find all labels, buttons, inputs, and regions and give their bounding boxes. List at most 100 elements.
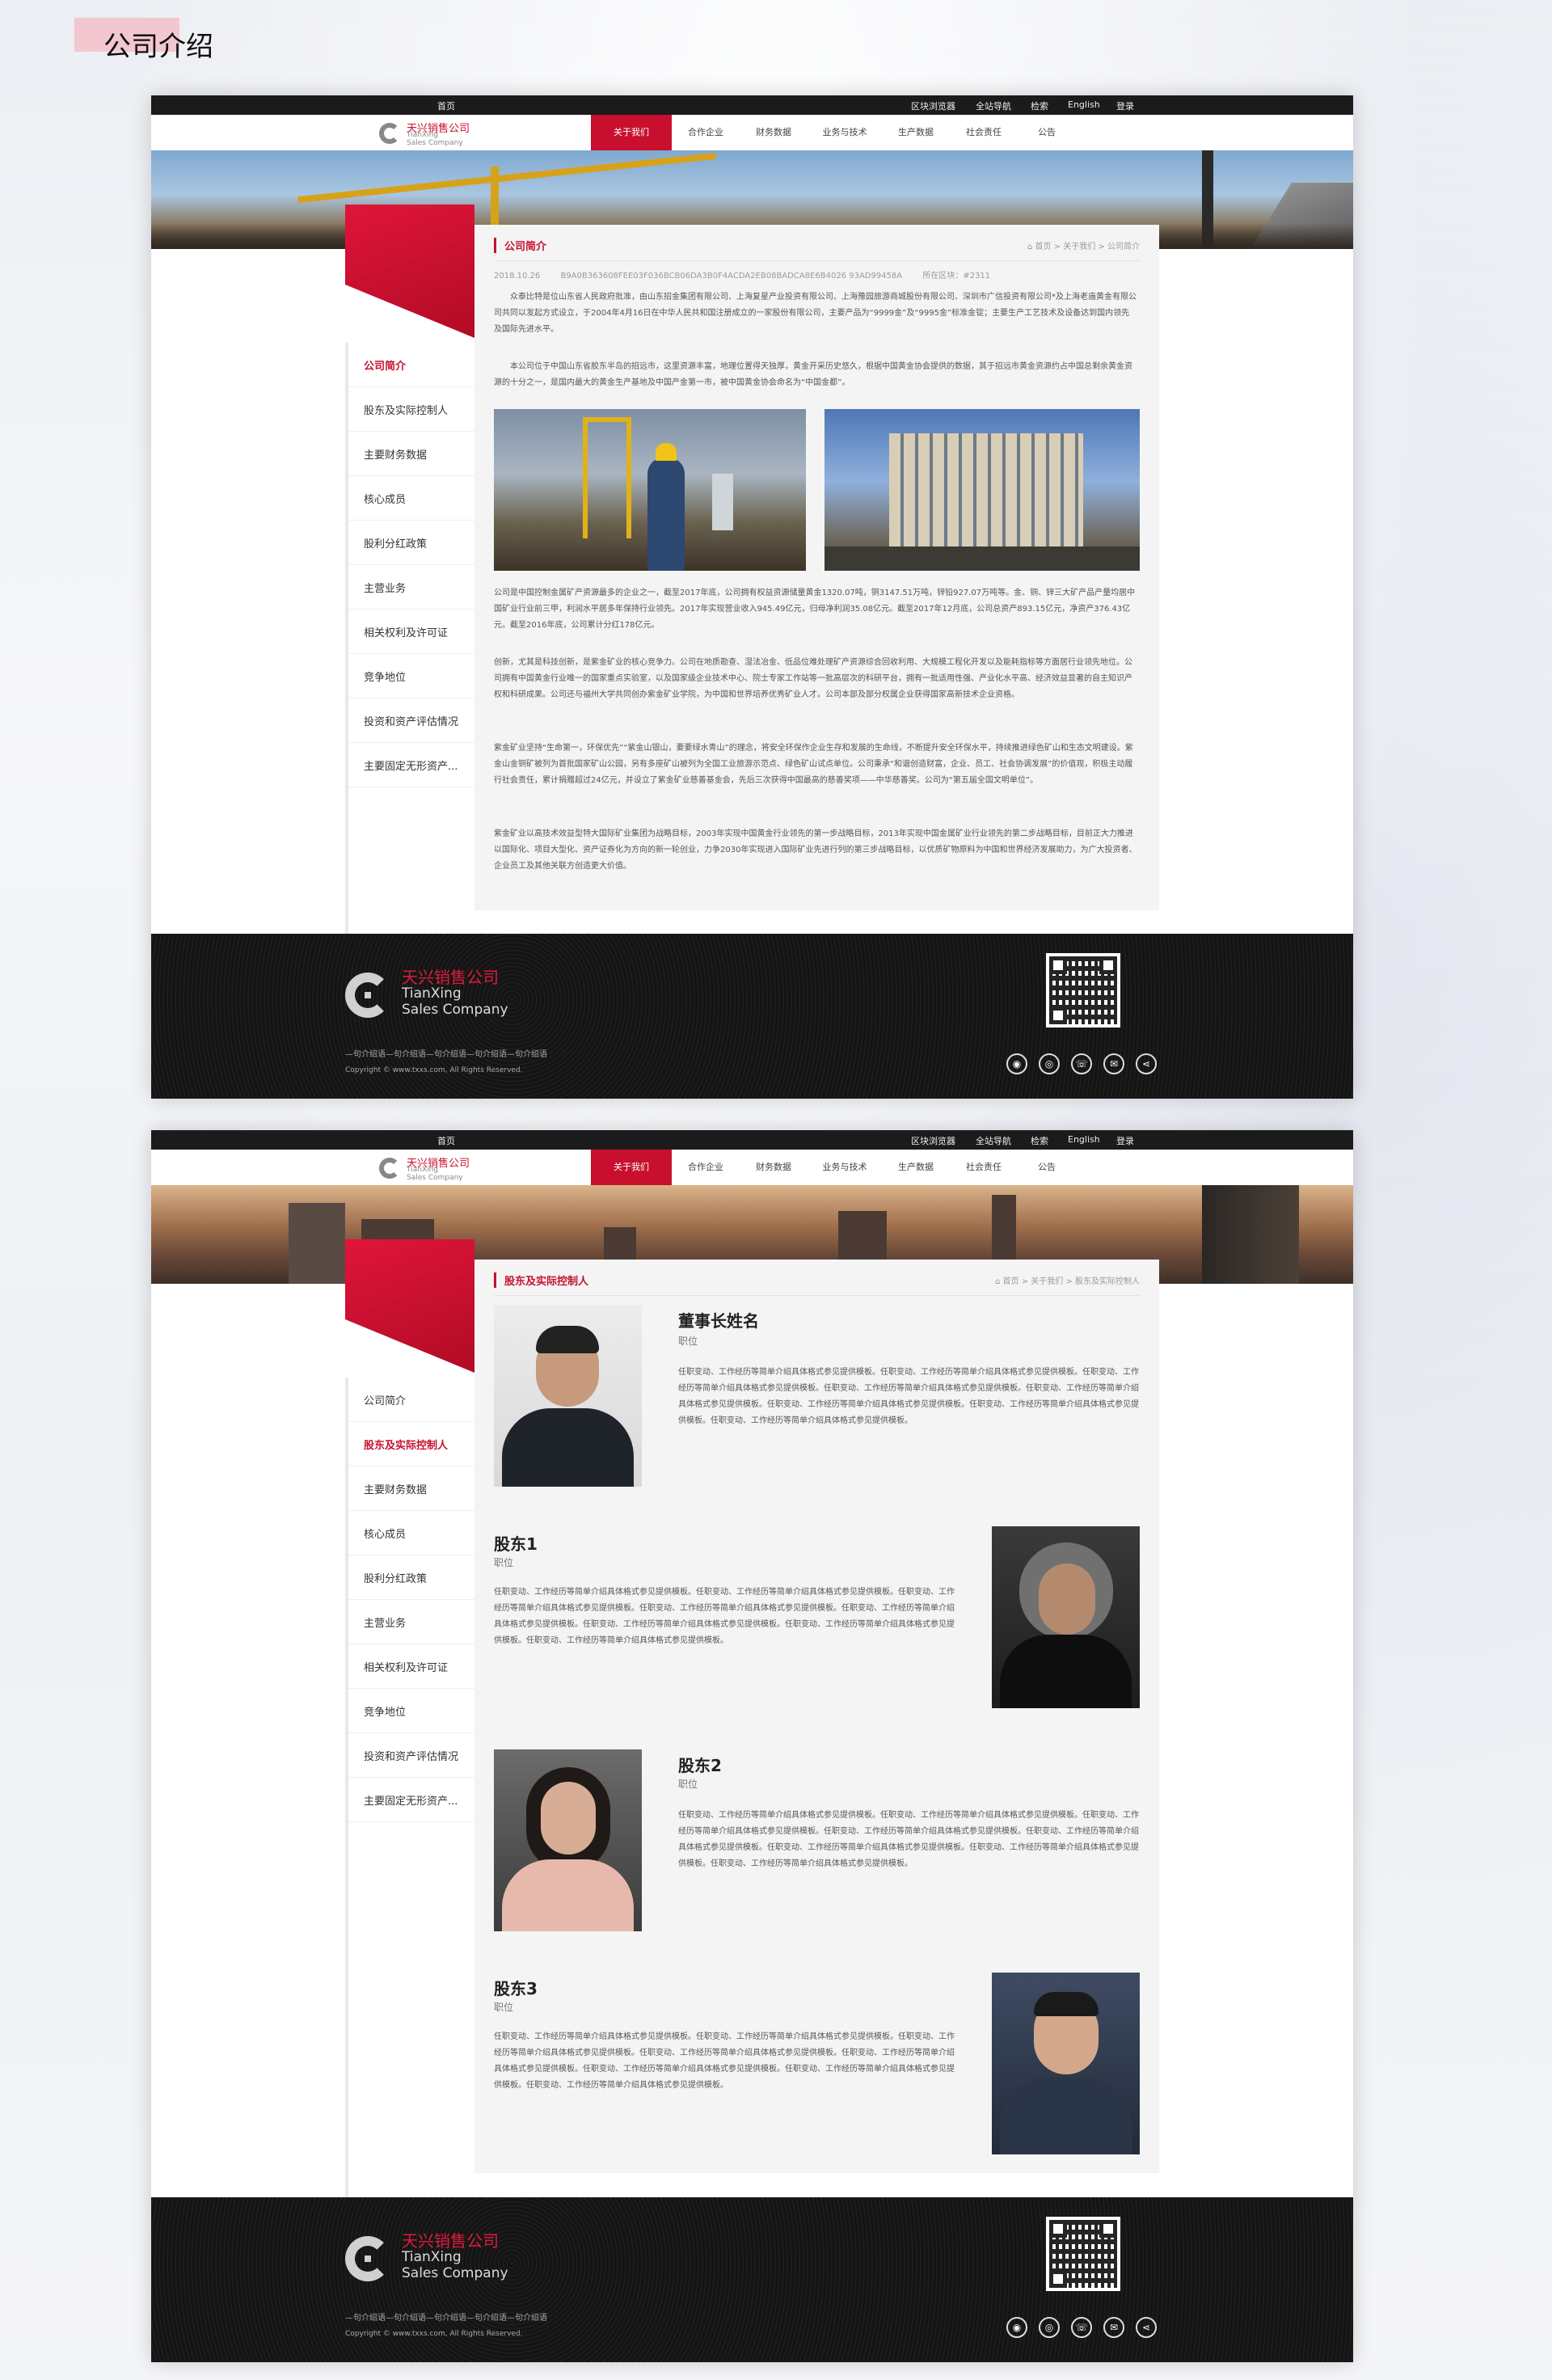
- person-name-shareholder-3: 股东3: [494, 1979, 538, 1998]
- top-link-block-explorer[interactable]: 区块浏览器: [911, 1134, 955, 1147]
- footer-logo-cn: 天兴销售公司: [402, 2231, 499, 2251]
- breadcrumb-text[interactable]: 首页 > 关于我们 > 股东及实际控制人: [1003, 1277, 1140, 1286]
- weibo-icon[interactable]: ◎: [1039, 1053, 1060, 1074]
- sidebar-item-fixed-assets[interactable]: 主要固定无形资产...: [348, 1778, 474, 1822]
- paragraph-1: 众泰比特是位山东省人民政府批准，由山东招金集团有限公司、上海复星产业投资有限公司…: [494, 293, 1137, 334]
- logo[interactable]: 天兴销售公司 TianXing Sales Company: [379, 1153, 492, 1182]
- nav-finance[interactable]: 财务数据: [740, 115, 808, 150]
- photo-office-building: [824, 409, 1140, 571]
- wechat-icon[interactable]: ◉: [1006, 2317, 1027, 2338]
- portrait-face: [541, 1782, 596, 1855]
- top-bar: 首页 区块浏览器 全站导航 检索 English 登录: [151, 1130, 1353, 1150]
- sidebar-item-core-members[interactable]: 核心成员: [348, 1511, 474, 1555]
- nav-business-tech[interactable]: 业务与技术: [808, 1150, 882, 1185]
- sidebar-item-competitive-position[interactable]: 竞争地位: [348, 654, 474, 698]
- top-link-login[interactable]: 登录: [1116, 99, 1134, 112]
- person-role-shareholder-3: 职位: [494, 2002, 514, 2013]
- logo[interactable]: 天兴销售公司 TianXing Sales Company: [379, 118, 492, 147]
- portrait-suit: [502, 1408, 634, 1487]
- top-link-home[interactable]: 首页: [437, 99, 455, 112]
- sidebar-item-investment-valuation[interactable]: 投资和资产评估情况: [348, 1733, 474, 1778]
- footer-logo-cn: 天兴销售公司: [402, 968, 499, 987]
- top-link-site-nav[interactable]: 全站导航: [976, 99, 1011, 112]
- nav-about[interactable]: 关于我们: [591, 115, 672, 150]
- sidebar-item-competitive-position[interactable]: 竞争地位: [348, 1689, 474, 1733]
- nav-production[interactable]: 生产数据: [882, 115, 950, 150]
- sidebar-item-main-business[interactable]: 主营业务: [348, 565, 474, 610]
- nav-production[interactable]: 生产数据: [882, 1150, 950, 1185]
- top-link-english[interactable]: English: [1068, 99, 1100, 110]
- logo-en-1: TianXing: [407, 1166, 439, 1174]
- divider: [494, 260, 1140, 261]
- sidebar-item-rights-licenses[interactable]: 相关权利及许可证: [348, 610, 474, 654]
- footer-tagline: —句介绍语—句介绍语—句介绍语—句介绍语—句介绍语: [345, 1050, 547, 1059]
- screenshot-shareholders: 首页 区块浏览器 全站导航 检索 English 登录 天兴销售公司 TianX…: [151, 1130, 1353, 2362]
- sidebar: 公司简介 股东及实际控制人 主要财务数据 核心成员 股利分红政策 主营业务 相关…: [345, 1378, 474, 2283]
- nav-finance[interactable]: 财务数据: [740, 1150, 808, 1185]
- nav-social-responsibility[interactable]: 社会责任: [950, 115, 1018, 150]
- top-link-site-nav[interactable]: 全站导航: [976, 1134, 1011, 1147]
- sidebar-item-shareholders[interactable]: 股东及实际控制人: [348, 1422, 474, 1466]
- sidebar-item-investment-valuation[interactable]: 投资和资产评估情况: [348, 698, 474, 743]
- top-link-search[interactable]: 检索: [1031, 1134, 1048, 1147]
- sidebar-item-company-profile[interactable]: 公司简介: [348, 1378, 474, 1422]
- qr-corner: [1099, 956, 1117, 974]
- sidebar-item-shareholders[interactable]: 股东及实际控制人: [348, 387, 474, 432]
- top-link-login[interactable]: 登录: [1116, 1134, 1134, 1147]
- article-hash: B9A0B363608FEE03F036BCB06DA3B0F4ACDA2EB0…: [560, 272, 903, 281]
- nav-about[interactable]: 关于我们: [591, 1150, 672, 1185]
- sidebar-item-fixed-assets[interactable]: 主要固定无形资产...: [348, 743, 474, 787]
- weibo-icon[interactable]: ◎: [1039, 2317, 1060, 2338]
- photo-worker: [647, 458, 685, 571]
- nav-partners[interactable]: 合作企业: [672, 1150, 740, 1185]
- article-meta: 2018.10.26 B9A0B363608FEE03F036BCB06DA3B…: [494, 268, 1008, 281]
- portrait-hair: [536, 1326, 599, 1353]
- share-icon[interactable]: ⋖: [1136, 1053, 1157, 1074]
- footer-logo[interactable]: 天兴销售公司 TianXing Sales Company: [345, 964, 555, 1021]
- top-link-block-explorer[interactable]: 区块浏览器: [911, 99, 955, 112]
- banner-crane-arm: [297, 152, 716, 204]
- footer-logo-en-1: TianXing: [402, 985, 462, 1002]
- person-desc-chairman: 任职变动、工作经历等简单介绍具体格式参见提供模板。任职变动、工作经历等简单介绍具…: [678, 1368, 1139, 1425]
- person-role-shareholder-2: 职位: [678, 1779, 698, 1790]
- wechat-icon[interactable]: ◉: [1006, 1053, 1027, 1074]
- footer-texture: [151, 934, 1353, 1099]
- banner-building: [1202, 1185, 1299, 1284]
- photo-helmet: [656, 443, 677, 461]
- top-link-search[interactable]: 检索: [1031, 99, 1048, 112]
- sidebar-item-financial-data[interactable]: 主要财务数据: [348, 432, 474, 476]
- nav-business-tech[interactable]: 业务与技术: [808, 115, 882, 150]
- breadcrumb-text[interactable]: 首页 > 关于我们 > 公司简介: [1035, 243, 1140, 251]
- phone-icon[interactable]: ☏: [1071, 1053, 1092, 1074]
- share-icon[interactable]: ⋖: [1136, 2317, 1157, 2338]
- qr-pattern: [1049, 956, 1117, 1024]
- phone-icon[interactable]: ☏: [1071, 2317, 1092, 2338]
- nav-social-responsibility[interactable]: 社会责任: [950, 1150, 1018, 1185]
- section-title: 公司简介: [494, 238, 546, 253]
- portrait-clothing: [1000, 1635, 1132, 1708]
- top-link-home[interactable]: 首页: [437, 1134, 455, 1147]
- top-link-english[interactable]: English: [1068, 1134, 1100, 1145]
- qr-corner: [1049, 1006, 1067, 1024]
- content-panel: 公司简介 ⌂ 首页 > 关于我们 > 公司简介 2018.10.26 B9A0B…: [474, 225, 1159, 910]
- footer-copyright: Copyright © www.txxs.com, All Rights Res…: [345, 2330, 523, 2338]
- sidebar-item-main-business[interactable]: 主营业务: [348, 1600, 474, 1644]
- footer-logo[interactable]: 天兴销售公司 TianXing Sales Company: [345, 2228, 555, 2285]
- sidebar-item-rights-licenses[interactable]: 相关权利及许可证: [348, 1644, 474, 1689]
- mail-icon[interactable]: ✉: [1103, 2317, 1124, 2338]
- nav-partners[interactable]: 合作企业: [672, 115, 740, 150]
- page-title: 公司介绍: [103, 31, 213, 63]
- sidebar-item-dividend-policy[interactable]: 股利分红政策: [348, 1555, 474, 1600]
- person-name-chairman: 董事长姓名: [678, 1311, 759, 1331]
- nav-announcements[interactable]: 公告: [1018, 115, 1076, 150]
- sidebar-item-dividend-policy[interactable]: 股利分红政策: [348, 521, 474, 565]
- logo-mark-icon: [379, 123, 400, 144]
- sidebar-item-financial-data[interactable]: 主要财务数据: [348, 1466, 474, 1511]
- sidebar-item-company-profile[interactable]: 公司简介: [348, 343, 474, 387]
- footer: 天兴销售公司 TianXing Sales Company —句介绍语—句介绍语…: [151, 934, 1353, 1099]
- sidebar-item-core-members[interactable]: 核心成员: [348, 476, 474, 521]
- nav-announcements[interactable]: 公告: [1018, 1150, 1076, 1185]
- mail-icon[interactable]: ✉: [1103, 1053, 1124, 1074]
- person-role-chairman: 职位: [678, 1336, 698, 1347]
- portrait-shareholder-1: [992, 1526, 1140, 1708]
